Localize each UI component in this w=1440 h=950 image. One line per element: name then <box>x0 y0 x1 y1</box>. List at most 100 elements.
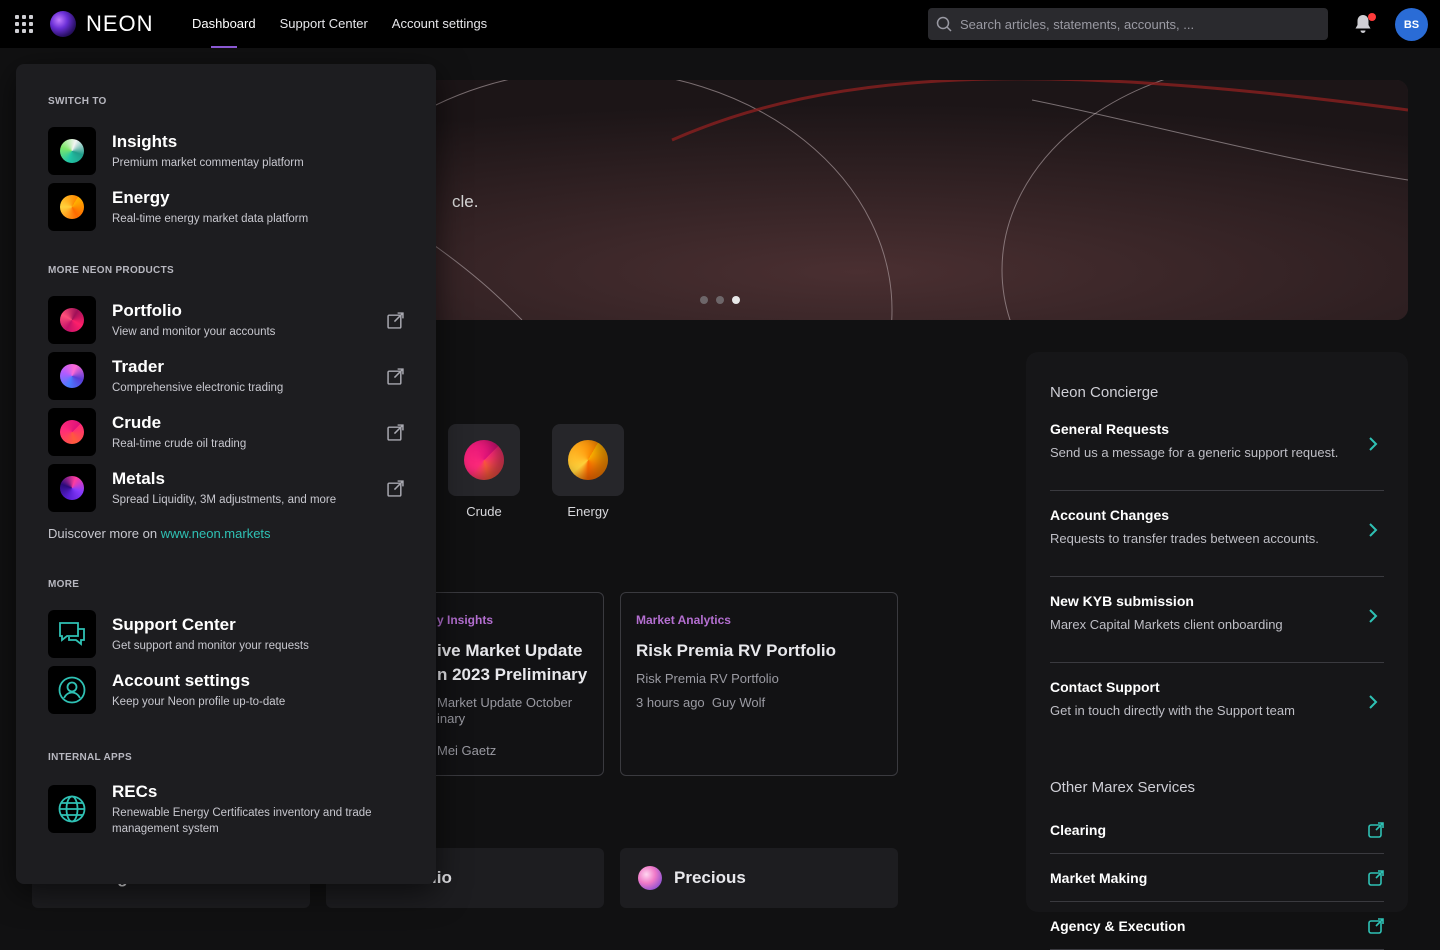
internal-item-recs[interactable]: RECs Renewable Energy Certificates invent… <box>48 779 404 839</box>
external-link-icon <box>1368 918 1384 934</box>
article-title: Risk Premia RV Portfolio <box>636 641 836 660</box>
brand-logo[interactable]: NEON <box>50 11 154 37</box>
nav-support-center[interactable]: Support Center <box>280 0 368 48</box>
discover-link[interactable]: www.neon.markets <box>161 526 271 541</box>
search-icon <box>936 16 952 32</box>
app-name: Portfolio <box>112 301 182 320</box>
app-name: Metals <box>112 469 165 488</box>
external-link-icon <box>387 424 404 441</box>
app-grid-icon[interactable] <box>14 14 34 34</box>
crude-orb-icon <box>464 440 504 480</box>
carousel-dot[interactable] <box>700 296 708 304</box>
nav-dashboard[interactable]: Dashboard <box>192 0 256 48</box>
article-card[interactable]: Market Analytics Risk Premia RV Portfoli… <box>620 592 898 776</box>
external-link-icon <box>1368 822 1384 838</box>
app-tile-energy[interactable] <box>552 424 624 496</box>
top-bar: NEON Dashboard Support Center Account se… <box>0 0 1440 48</box>
section-heading-switch-to: SWITCH TO <box>48 96 107 107</box>
service-clearing[interactable]: Clearing <box>1050 806 1384 854</box>
app-name: Insights <box>112 132 178 151</box>
concierge-item-desc: Marex Capital Markets client onboarding <box>1050 617 1283 632</box>
article-author: Mei Gaetz <box>437 743 497 758</box>
carousel-dot[interactable] <box>716 296 724 304</box>
app-switcher-panel: SWITCH TO Insights Premium market comment… <box>16 64 436 884</box>
more-item-support-center[interactable]: Support Center Get support and monitor yo… <box>48 606 404 662</box>
avatar[interactable]: BS <box>1395 8 1428 41</box>
chevron-right-icon <box>1369 609 1378 623</box>
portfolio-app-icon <box>48 296 96 344</box>
concierge-item-desc: Get in touch directly with the Support t… <box>1050 703 1295 718</box>
insights-app-icon <box>48 127 96 175</box>
chevron-right-icon <box>1369 437 1378 451</box>
app-tile-crude[interactable] <box>448 424 520 496</box>
chevron-right-icon <box>1369 523 1378 537</box>
brand-name: NEON <box>86 11 154 36</box>
concierge-panel: Neon Concierge General Requests Send us … <box>1026 352 1408 950</box>
app-desc: Real-time crude oil trading <box>112 438 247 450</box>
article-subtitle-line: Market Update October <box>437 695 573 710</box>
app-desc: Premium market commentay platform <box>112 157 304 169</box>
app-desc: Renewable Energy Certificates inventory … <box>112 805 372 837</box>
product-item-crude[interactable]: Crude Real-time crude oil trading <box>48 404 404 460</box>
service-market-making[interactable]: Market Making <box>1050 854 1384 902</box>
concierge-title: Neon Concierge <box>1050 384 1159 401</box>
article-title-line: ive Market Update <box>437 641 583 660</box>
globe-icon <box>48 785 96 833</box>
product-item-portfolio[interactable]: Portfolio View and monitor your accounts <box>48 292 404 348</box>
app-name: Crude <box>112 413 162 432</box>
external-link-icon <box>387 480 404 497</box>
external-link-icon <box>387 368 404 385</box>
concierge-item-contact-support[interactable]: Contact Support Get in touch directly wi… <box>1050 677 1384 749</box>
article-category: y Insights <box>437 613 494 627</box>
app-desc-line: management system <box>112 823 219 835</box>
user-circle-icon <box>48 666 96 714</box>
service-title: Agency & Execution <box>1050 917 1186 934</box>
concierge-item-title: Contact Support <box>1050 679 1160 695</box>
other-services-title: Other Marex Services <box>1050 779 1196 796</box>
main-nav: Dashboard Support Center Account setting… <box>192 0 487 48</box>
app-name: Energy <box>112 188 170 207</box>
concierge-item-title: Account Changes <box>1050 507 1170 523</box>
app-desc: Real-time energy market data platform <box>112 213 309 225</box>
article-subtitle: Risk Premia RV Portfolio <box>636 671 779 686</box>
neon-orb-icon <box>50 11 76 37</box>
concierge-item-title: General Requests <box>1050 421 1170 437</box>
product-item-trader[interactable]: Trader Comprehensive electronic trading <box>48 348 404 404</box>
switch-item-insights[interactable]: Insights Premium market commentay platfor… <box>48 123 404 179</box>
app-desc: Keep your Neon profile up-to-date <box>112 696 286 708</box>
trader-app-icon <box>48 352 96 400</box>
external-link-icon <box>1368 870 1384 886</box>
metals-app-icon <box>48 464 96 512</box>
section-heading-more: MORE <box>48 579 80 590</box>
app-desc: Get support and monitor your requests <box>112 640 309 652</box>
more-item-account-settings[interactable]: Account settings Keep your Neon profile u… <box>48 662 404 718</box>
discover-prefix: Duiscover more on <box>48 526 161 541</box>
article-subtitle: Market Update October inary <box>437 695 588 727</box>
app-name: Support Center <box>112 615 236 634</box>
article-title-line: n 2023 Preliminary <box>437 665 588 684</box>
chat-bubbles-icon <box>48 610 96 658</box>
concierge-item-account-changes[interactable]: Account Changes Requests to transfer tra… <box>1050 505 1384 577</box>
chevron-right-icon <box>1369 695 1378 709</box>
section-heading-more-products: MORE NEON PRODUCTS <box>48 265 174 276</box>
product-item-metals[interactable]: Metals Spread Liquidity, 3M adjustments, … <box>48 460 404 516</box>
carousel-dots <box>700 296 740 304</box>
carousel-dot-active[interactable] <box>732 296 740 304</box>
product-card-precious[interactable]: Precious <box>620 848 898 908</box>
app-name: Trader <box>112 357 164 376</box>
article-subtitle-line: inary <box>437 711 466 726</box>
concierge-item-kyb[interactable]: New KYB submission Marex Capital Markets… <box>1050 591 1384 663</box>
energy-orb-icon <box>568 440 608 480</box>
switch-item-energy[interactable]: Energy Real-time energy market data platf… <box>48 179 404 235</box>
section-heading-internal-apps: INTERNAL APPS <box>48 752 132 763</box>
service-title: Market Making <box>1050 869 1148 886</box>
search-input[interactable] <box>960 16 1328 32</box>
concierge-item-desc: Send us a message for a generic support … <box>1050 445 1339 460</box>
article-title: ive Market Update n 2023 Preliminary <box>437 639 588 687</box>
service-agency-execution[interactable]: Agency & Execution <box>1050 902 1384 950</box>
energy-app-icon <box>48 183 96 231</box>
hero-text: cle. <box>452 192 479 211</box>
concierge-item-general-requests[interactable]: General Requests Send us a message for a… <box>1050 419 1384 491</box>
nav-account-settings[interactable]: Account settings <box>392 0 487 48</box>
service-title: Clearing <box>1050 821 1107 838</box>
